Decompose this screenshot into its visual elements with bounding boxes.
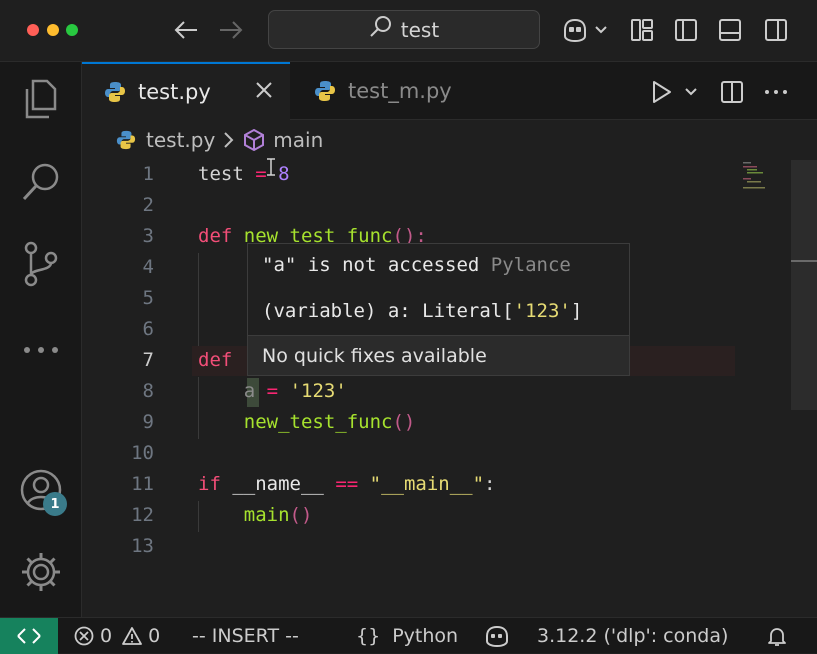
language-label: Python <box>392 625 459 647</box>
code-line-9: new_test_func() <box>243 411 416 433</box>
code-line-11: if __name__ == "__main__": <box>198 473 496 495</box>
code-editor[interactable]: 1 2 3 4 5 6 7 8 9 10 11 12 13 test = 8 d… <box>82 160 817 617</box>
vim-mode-indicator: -- INSERT -- <box>192 625 299 647</box>
tab-label: test.py <box>138 80 211 104</box>
line-number: 4 <box>142 256 154 278</box>
line-number: 10 <box>131 442 154 464</box>
error-icon <box>74 626 94 646</box>
search-text: test <box>400 17 440 42</box>
copilot-status-icon[interactable] <box>484 618 510 654</box>
line-number: 11 <box>131 473 154 495</box>
accounts-badge: 1 <box>43 492 67 516</box>
hover-title: "a" is not accessed Pylance <box>262 254 571 276</box>
explorer-icon[interactable] <box>17 76 65 124</box>
split-editor-icon[interactable] <box>720 76 744 108</box>
remote-indicator[interactable] <box>0 618 58 654</box>
python-interpreter-selector[interactable]: 3.12.2 ('dlp': conda) <box>537 618 728 654</box>
tab-label: test_m.py <box>348 79 452 103</box>
code-line-12: main() <box>243 504 313 526</box>
title-bar: test <box>0 0 817 62</box>
vertical-scrollbar[interactable] <box>791 160 817 410</box>
line-number: 3 <box>142 225 154 247</box>
editor-tabs: test.py test_m.py <box>82 62 817 120</box>
close-tab-icon[interactable] <box>254 80 274 100</box>
more-views-icon[interactable] <box>17 326 65 374</box>
line-number: 1 <box>142 163 154 185</box>
python-file-icon <box>314 80 336 102</box>
language-mode-selector[interactable]: {} Python <box>356 618 458 654</box>
indent-guide <box>198 253 199 346</box>
search-view-icon[interactable] <box>17 158 65 206</box>
line-number: 5 <box>142 287 154 309</box>
notifications-bell-icon[interactable] <box>766 618 788 654</box>
code-line-8: a = '123' <box>243 380 347 402</box>
activity-bar: 1 <box>0 62 82 617</box>
breadcrumb-symbol[interactable]: main <box>273 128 323 152</box>
copilot-menu-button[interactable] <box>561 14 609 46</box>
minimize-window-button[interactable] <box>47 24 59 36</box>
breadcrumb: test.py main <box>82 120 817 160</box>
tab-test-m-py[interactable]: test_m.py <box>290 62 480 120</box>
hover-quick-fix-status[interactable]: No quick fixes available <box>248 335 629 375</box>
chevron-right-icon <box>223 131 235 149</box>
back-arrow-icon[interactable] <box>170 14 202 46</box>
braces-icon: {} <box>356 625 381 647</box>
hover-tooltip: "a" is not accessed Pylance (variable) a… <box>247 243 630 376</box>
toggle-secondary-sidebar-icon[interactable] <box>760 14 792 46</box>
warning-count: 0 <box>148 625 161 647</box>
search-icon <box>369 15 393 44</box>
tab-test-py[interactable]: test.py <box>82 62 290 120</box>
hover-signature: (variable) a: Literal['123'] <box>262 300 583 322</box>
more-actions-icon[interactable] <box>764 76 788 108</box>
line-number: 2 <box>142 194 154 216</box>
toggle-primary-sidebar-icon[interactable] <box>670 14 702 46</box>
line-number-active: 7 <box>142 349 154 371</box>
warning-icon <box>122 626 142 646</box>
line-number: 9 <box>142 411 154 433</box>
code-line-7: def <box>198 349 233 371</box>
line-number: 6 <box>142 318 154 340</box>
python-file-icon <box>104 81 126 103</box>
command-center-search[interactable]: test <box>268 10 540 49</box>
method-cube-icon <box>243 129 265 151</box>
customize-layout-icon[interactable] <box>626 14 658 46</box>
breadcrumb-file[interactable]: test.py <box>146 128 215 152</box>
problems-indicator[interactable]: 0 0 <box>74 618 160 654</box>
forward-arrow-icon[interactable] <box>215 14 247 46</box>
error-count: 0 <box>100 625 113 647</box>
toggle-panel-icon[interactable] <box>714 14 746 46</box>
source-control-icon[interactable] <box>17 240 65 288</box>
run-python-button[interactable] <box>650 76 702 108</box>
manage-gear-icon[interactable] <box>17 548 65 596</box>
line-number: 8 <box>142 380 154 402</box>
scrollbar-cursor-marker <box>791 260 817 262</box>
python-file-icon <box>116 130 136 150</box>
line-number: 12 <box>131 504 154 526</box>
text-cursor-icon <box>266 158 276 176</box>
zoom-window-button[interactable] <box>66 24 78 36</box>
close-window-button[interactable] <box>27 24 39 36</box>
line-number: 13 <box>131 535 154 557</box>
status-bar: 0 0 -- INSERT -- {} Python 3.12.2 ('dlp'… <box>0 617 817 654</box>
